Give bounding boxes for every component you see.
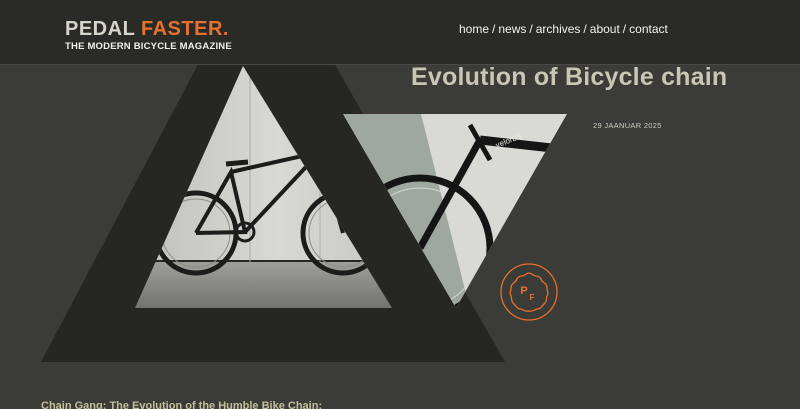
pf-logo-badge-icon: P F [500,263,558,321]
main-nav: home / news / archives / about / contact [459,22,668,36]
site-logo[interactable]: PEDAL FASTER. THE MODERN BICYCLE MAGAZIN… [65,19,232,52]
logo-wordmark: PEDAL FASTER. [65,19,232,39]
nav-news-link[interactable]: news [498,22,526,36]
page: velorbis PEDAL FASTER. THE MODERN BICYCL… [0,0,800,409]
badge-initial-p: P [520,285,527,297]
article-subtitle: Chain Gang: The Evolution of the Humble … [41,400,323,409]
nav-separator: / [583,22,587,36]
badge-initial-f: F [530,293,535,302]
nav-separator: / [622,22,627,36]
logo-word-pedal: PEDAL [65,18,135,40]
top-bar: PEDAL FASTER. THE MODERN BICYCLE MAGAZIN… [0,0,800,65]
nav-contact-link[interactable]: contact [629,22,668,36]
nav-archives-link[interactable]: archives [536,22,581,36]
logo-tagline: THE MODERN BICYCLE MAGAZINE [65,41,232,52]
nav-separator: / [529,22,533,36]
nav-separator: / [492,22,496,36]
nav-about-link[interactable]: about [590,22,620,36]
article-date: 29 JAANUAR 2025 [593,121,662,130]
logo-word-faster: FASTER. [140,18,229,40]
article-title: Evolution of Bicycle chain [411,63,728,91]
nav-home-link[interactable]: home [459,22,489,36]
